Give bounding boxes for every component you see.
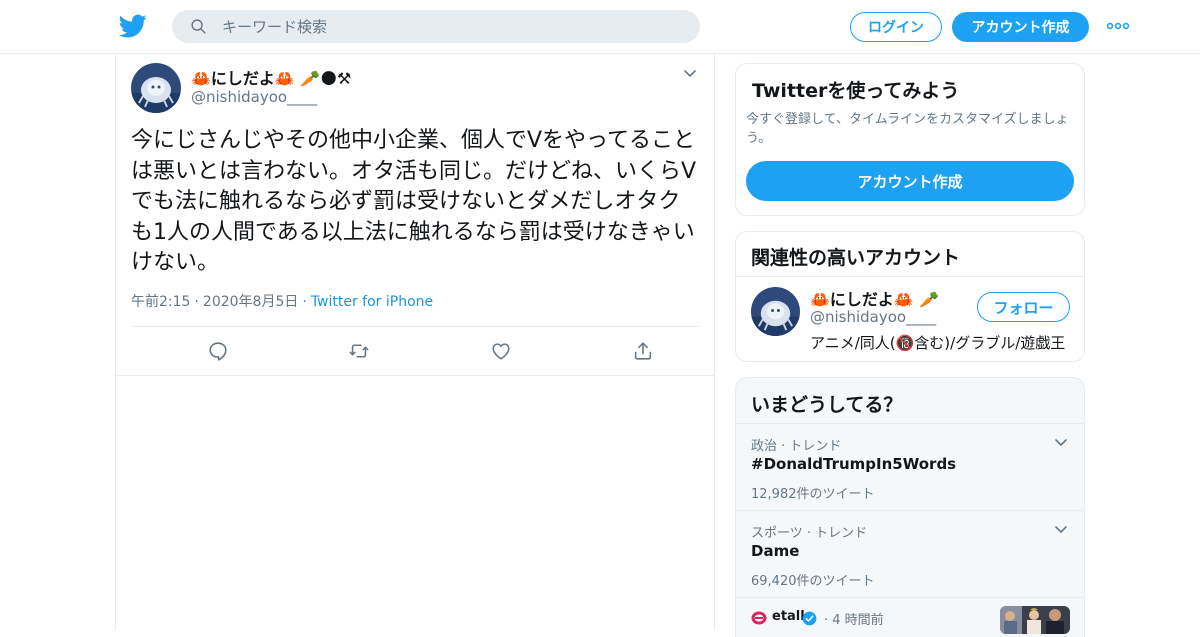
trend-name[interactable]: Dame [751,542,799,560]
etalk-logo-icon [751,611,767,625]
news-item[interactable]: etalk · 4 時間前 [736,597,1084,637]
trend-name[interactable]: #DonaldTrumpIn5Words [751,455,956,473]
avatar[interactable] [131,63,181,113]
signup-card: Twitterを使ってみよう 今すぐ登録して、タイムラインをカスタマイズしましょ… [735,63,1085,216]
related-account-bio: アニメ/同人(🔞含む)/グラブル/遊戯王 [810,334,1066,352]
more-dots-icon[interactable] [1106,20,1130,32]
follow-button[interactable]: フォロー [977,292,1070,322]
tweet-text: 今にじさんじやその他中小企業、個人でVをやってることは悪いとは言わない。オタ活も… [131,128,697,275]
related-avatar[interactable] [751,287,800,336]
search-box[interactable] [172,10,700,43]
signup-card-description: 今すぐ登録して、タイムラインをカスタマイズしましょう。 [746,112,1069,146]
twitter-bird-icon[interactable] [118,12,148,40]
meta-separator: · [194,294,199,310]
tweet-date[interactable]: 2020年8月5日 [203,294,298,310]
author-handle[interactable]: @nishidayoo____ [191,88,317,106]
share-icon[interactable] [632,340,654,362]
trend-item[interactable]: スポーツ · トレンド Dame 69,420件のツイート [736,510,1084,597]
main-column: 🦀にしだよ🦀 🥕🌑⚒ @nishidayoo____ 今にじさんじやその他中小企… [115,54,715,630]
search-input[interactable] [222,10,682,43]
trend-count: 69,420件のツイート [751,574,875,589]
meta-separator: · [302,294,307,310]
chevron-down-icon[interactable] [1054,438,1068,448]
tweet: 🦀にしだよ🦀 🥕🌑⚒ @nishidayoo____ 今にじさんじやその他中小企… [116,54,714,376]
retweet-icon[interactable] [348,340,370,362]
login-button[interactable]: ログイン [850,12,942,42]
trend-count: 12,982件のツイート [751,487,875,502]
author-name[interactable]: 🦀にしだよ🦀 🥕🌑⚒ [191,65,351,89]
like-icon[interactable] [490,340,512,362]
related-account-handle[interactable]: @nishidayoo____ [810,308,936,326]
chevron-down-icon[interactable] [1054,525,1068,535]
related-card-title: 関連性の高いアカウント [751,247,961,269]
tweet-time[interactable]: 午前2:15 [131,294,190,310]
divider [131,326,699,327]
signup-card-button[interactable]: アカウント作成 [746,161,1074,201]
signup-button[interactable]: アカウント作成 [952,12,1089,42]
trend-category: スポーツ · トレンド [751,526,868,541]
reply-icon[interactable] [207,340,229,362]
search-icon [191,19,206,34]
trends-card-title: いまどうしてる？ [751,394,903,416]
signup-card-title: Twitterを使ってみよう [752,80,960,102]
tweet-meta: 午前2:15 · 2020年8月5日 · Twitter for iPhone [131,291,433,311]
trend-item[interactable]: 政治 · トレンド #DonaldTrumpIn5Words 12,982件のツ… [736,423,1084,510]
trend-category: 政治 · トレンド [751,439,842,454]
related-accounts-card: 関連性の高いアカウント 🦀にしだよ🦀 🥕 @nishidayoo____ アニメ… [735,231,1085,362]
chevron-down-icon[interactable] [683,69,697,79]
related-account-name[interactable]: 🦀にしだよ🦀 🥕 [810,286,939,310]
tweet-actions [131,336,699,364]
verified-icon [802,611,817,626]
news-time: · 4 時間前 [824,613,884,628]
trends-card: いまどうしてる？ 政治 · トレンド #DonaldTrumpIn5Words … [735,377,1085,637]
top-navigation-bar: ログイン アカウント作成 [0,0,1200,54]
divider [736,276,1084,277]
tweet-source-link[interactable]: Twitter for iPhone [311,294,433,310]
